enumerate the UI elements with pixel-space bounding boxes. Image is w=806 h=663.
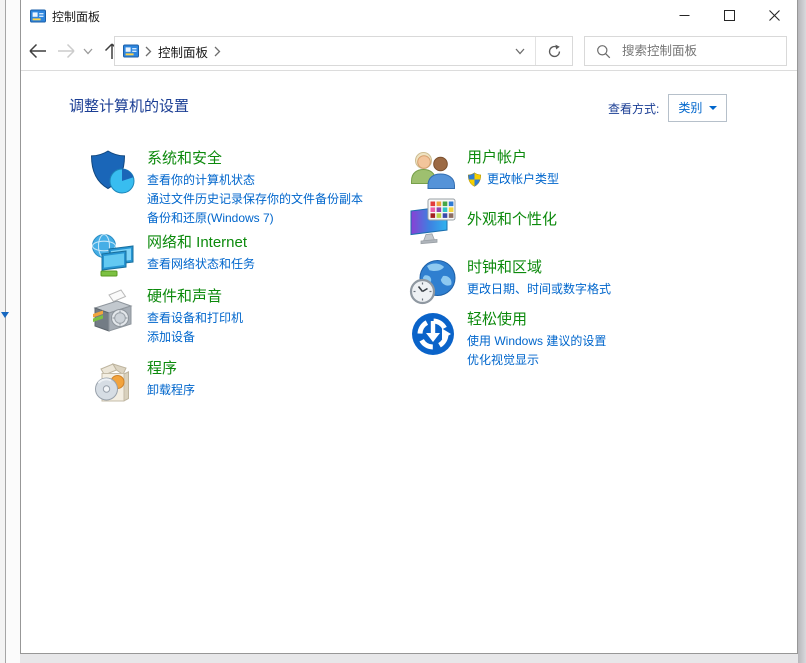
address-dropdown-button[interactable]: [505, 37, 535, 65]
two-users-icon: [409, 148, 457, 196]
link-backup-restore-windows7[interactable]: 备份和还原(Windows 7): [147, 209, 274, 228]
view-by-dropdown[interactable]: 类别: [668, 94, 727, 122]
window-shadow: [798, 0, 806, 663]
forward-button[interactable]: [53, 36, 79, 66]
system-security-shield-icon: [89, 149, 137, 197]
breadcrumb-control-panel[interactable]: 控制面板: [158, 42, 208, 61]
chevron-down-icon: [515, 48, 525, 55]
control-panel-icon: [30, 8, 46, 24]
category-title-clock-region[interactable]: 时钟和区域: [467, 258, 542, 278]
chevron-down-icon: [83, 48, 93, 55]
address-bar[interactable]: 控制面板: [114, 36, 573, 66]
back-button[interactable]: [23, 36, 51, 66]
link-view-network-status[interactable]: 查看网络状态和任务: [147, 255, 255, 274]
monitor-palette-icon: [409, 197, 457, 245]
globe-clock-icon: [409, 258, 457, 306]
background-window-edge: [0, 0, 20, 663]
triangle-down-icon: [709, 106, 717, 110]
page-title: 调整计算机的设置: [69, 95, 189, 116]
back-arrow-icon: [28, 43, 47, 59]
recent-locations-dropdown[interactable]: [79, 36, 97, 66]
link-file-history-backup[interactable]: 通过文件历史记录保存你的文件备份副本: [147, 190, 363, 209]
category-title-system-security[interactable]: 系统和安全: [147, 149, 222, 169]
caption-buttons: [662, 0, 797, 31]
link-change-account-type[interactable]: 更改帐户类型: [487, 170, 559, 189]
category-system-security: 系统和安全 查看你的计算机状态 通过文件历史记录保存你的文件备份副本 备份和还原…: [89, 149, 363, 228]
ease-of-access-icon: [409, 310, 457, 358]
control-panel-home: 调整计算机的设置 查看方式: 类别 系统和安全 查看你的计算机状态 通过文件历史…: [21, 72, 797, 653]
link-review-computer-status[interactable]: 查看你的计算机状态: [147, 171, 255, 190]
view-by-control: 查看方式: 类别: [608, 94, 727, 122]
close-button[interactable]: [752, 0, 797, 31]
category-clock-region: 时钟和区域 更改日期、时间或数字格式: [409, 258, 611, 306]
printer-icon: [89, 287, 137, 335]
titlebar[interactable]: 控制面板: [21, 0, 797, 32]
navigation-toolbar: 控制面板: [21, 32, 797, 71]
link-add-device[interactable]: 添加设备: [147, 328, 195, 347]
category-hardware-sound: 硬件和声音 查看设备和打印机 添加设备: [89, 287, 243, 347]
search-input[interactable]: [622, 44, 772, 58]
breadcrumb-chevron-icon[interactable]: [214, 46, 221, 57]
network-globe-monitors-icon: [89, 233, 137, 281]
forward-arrow-icon: [57, 43, 76, 59]
maximize-button[interactable]: [707, 0, 752, 31]
uac-shield-icon: [467, 172, 482, 187]
search-box[interactable]: [584, 36, 787, 66]
link-change-date-time-number[interactable]: 更改日期、时间或数字格式: [467, 280, 611, 299]
link-optimize-visual-display[interactable]: 优化视觉显示: [467, 351, 539, 370]
window-title: 控制面板: [52, 8, 100, 25]
category-network-internet: 网络和 Internet 查看网络状态和任务: [89, 233, 255, 281]
category-title-programs[interactable]: 程序: [147, 359, 177, 379]
category-title-ease-of-access[interactable]: 轻松使用: [467, 310, 527, 330]
background-window-fill: [6, 0, 20, 663]
breadcrumb-chevron-icon[interactable]: [145, 46, 152, 57]
minimize-icon: [679, 10, 690, 21]
view-by-label: 查看方式:: [608, 100, 659, 117]
category-title-network-internet[interactable]: 网络和 Internet: [147, 233, 247, 253]
category-title-appearance[interactable]: 外观和个性化: [467, 210, 557, 230]
refresh-button[interactable]: [536, 37, 572, 65]
category-user-accounts: 用户帐户 更改帐户类型: [409, 148, 559, 196]
maximize-icon: [724, 10, 735, 21]
minimize-button[interactable]: [662, 0, 707, 31]
software-box-cd-icon: [89, 359, 137, 407]
refresh-icon: [547, 44, 562, 59]
category-title-user-accounts[interactable]: 用户帐户: [467, 148, 527, 168]
link-suggested-settings[interactable]: 使用 Windows 建议的设置: [467, 332, 606, 351]
breadcrumb-control-panel-icon: [123, 43, 139, 59]
link-uninstall-program[interactable]: 卸载程序: [147, 381, 195, 400]
search-icon: [596, 44, 611, 59]
view-by-value: 类别: [678, 99, 702, 116]
category-ease-of-access: 轻松使用 使用 Windows 建议的设置 优化视觉显示: [409, 310, 606, 370]
category-programs: 程序 卸载程序: [89, 359, 195, 407]
link-view-devices-printers[interactable]: 查看设备和打印机: [147, 309, 243, 328]
category-appearance-personalization: 外观和个性化: [409, 197, 557, 245]
control-panel-window: 控制面板: [20, 0, 798, 654]
background-blue-marker-icon: [1, 312, 9, 318]
category-title-hardware-sound[interactable]: 硬件和声音: [147, 287, 222, 307]
close-icon: [769, 10, 780, 21]
